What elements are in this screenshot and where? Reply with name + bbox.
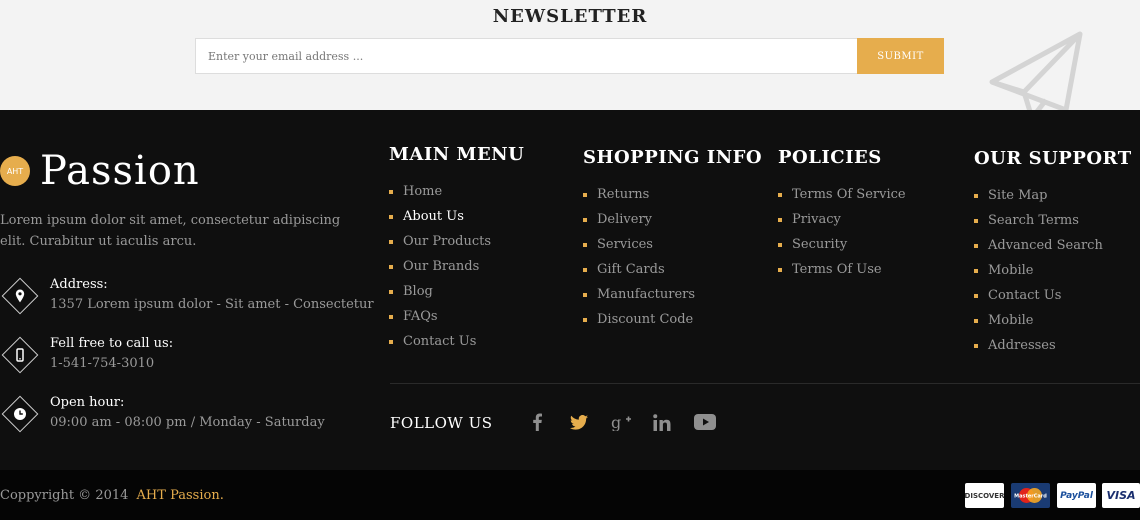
support-link-contact-us[interactable]: Contact Us — [974, 288, 1132, 313]
policy-link-security[interactable]: Security — [778, 237, 906, 262]
support-column: OUR SUPPORT Site Map Search Terms Advanc… — [974, 148, 1132, 363]
hours-value: 09:00 am - 08:00 pm / Monday - Saturday — [50, 415, 325, 430]
contact-phone: Fell free to call us: 1-541-754-3010 — [0, 335, 173, 375]
brand-link[interactable]: AHT Passion. — [137, 488, 224, 503]
mastercard-card-icon: MasterCard — [1011, 483, 1050, 508]
about-text: Lorem ipsum dolor sit amet, consectetur … — [0, 213, 341, 249]
menu-link-our-brands[interactable]: Our Brands — [389, 259, 524, 284]
support-link-addresses[interactable]: Addresses — [974, 338, 1132, 363]
menu-link-home[interactable]: Home — [389, 184, 524, 209]
shopping-link-services[interactable]: Services — [583, 237, 762, 262]
address-value: 1357 Lorem ipsum dolor - Sit amet - Cons… — [50, 297, 374, 312]
contact-address: Address: 1357 Lorem ipsum dolor - Sit am… — [0, 276, 374, 316]
hours-label: Open hour: — [50, 395, 125, 410]
support-link-search-terms[interactable]: Search Terms — [974, 213, 1132, 238]
svg-text:g: g — [611, 413, 621, 431]
newsletter-section: NEWSLETTER SUBMIT — [0, 0, 1140, 110]
shopping-link-gift-cards[interactable]: Gift Cards — [583, 262, 762, 287]
shopping-info-column: SHOPPING INFO Returns Delivery Services … — [583, 147, 762, 337]
facebook-icon[interactable] — [524, 410, 550, 434]
youtube-icon[interactable] — [692, 410, 718, 434]
contact-hours: Open hour: 09:00 am - 08:00 pm / Monday … — [0, 394, 325, 434]
phone-value: 1-541-754-3010 — [50, 356, 155, 371]
newsletter-title: NEWSLETTER — [492, 6, 648, 27]
newsletter-email-input[interactable] — [195, 38, 858, 74]
logo-badge: AHT — [0, 156, 30, 186]
discover-card-icon: DISCOVER — [965, 483, 1004, 508]
shopping-info-title: SHOPPING INFO — [583, 147, 763, 168]
menu-link-faqs[interactable]: FAQs — [389, 309, 524, 334]
support-title: OUR SUPPORT — [974, 148, 1132, 169]
shopping-link-discount-code[interactable]: Discount Code — [583, 312, 762, 337]
footer: AHT Passion Lorem ipsum dolor sit amet, … — [0, 110, 1140, 470]
policies-title: POLICIES — [778, 147, 882, 168]
google-plus-icon[interactable]: g — [609, 410, 635, 434]
support-link-site-map[interactable]: Site Map — [974, 188, 1132, 213]
phone-icon — [0, 335, 40, 375]
policies-column: POLICIES Terms Of Service Privacy Securi… — [778, 147, 906, 287]
paypal-card-icon: PayPal — [1057, 483, 1096, 508]
support-link-mobile-2[interactable]: Mobile — [974, 313, 1132, 338]
policy-link-terms-of-service[interactable]: Terms Of Service — [778, 187, 906, 212]
menu-link-contact-us[interactable]: Contact Us — [389, 334, 524, 359]
policy-link-terms-of-use[interactable]: Terms Of Use — [778, 262, 906, 287]
linkedin-icon[interactable] — [649, 410, 675, 434]
support-link-mobile[interactable]: Mobile — [974, 263, 1132, 288]
clock-icon — [0, 394, 40, 434]
shopping-link-delivery[interactable]: Delivery — [583, 212, 762, 237]
visa-card-icon: VISA — [1102, 483, 1140, 508]
follow-us-label: FOLLOW US — [390, 414, 493, 432]
map-pin-icon — [0, 276, 40, 316]
footer-divider — [390, 383, 1140, 384]
paper-plane-icon — [989, 31, 1083, 110]
phone-label: Fell free to call us: — [50, 336, 174, 351]
copyright-text: Coppyright © 2014 AHT Passion. — [0, 488, 224, 503]
menu-link-about-us[interactable]: About Us — [389, 209, 524, 234]
menu-link-our-products[interactable]: Our Products — [389, 234, 524, 259]
menu-link-blog[interactable]: Blog — [389, 284, 524, 309]
newsletter-submit-button[interactable]: SUBMIT — [857, 38, 944, 74]
twitter-icon[interactable] — [566, 410, 592, 434]
svg-text:MasterCard: MasterCard — [1014, 494, 1047, 500]
support-link-advanced-search[interactable]: Advanced Search — [974, 238, 1132, 263]
shopping-link-manufacturers[interactable]: Manufacturers — [583, 287, 762, 312]
address-label: Address: — [50, 277, 108, 292]
copyright-bar: Coppyright © 2014 AHT Passion. DISCOVER … — [0, 470, 1140, 520]
main-menu-title: MAIN MENU — [389, 144, 525, 165]
main-menu-column: MAIN MENU Home About Us Our Products Our… — [389, 144, 524, 359]
policy-link-privacy[interactable]: Privacy — [778, 212, 906, 237]
logo[interactable]: AHT Passion — [0, 148, 200, 194]
shopping-link-returns[interactable]: Returns — [583, 187, 762, 212]
logo-text: Passion — [40, 148, 200, 194]
